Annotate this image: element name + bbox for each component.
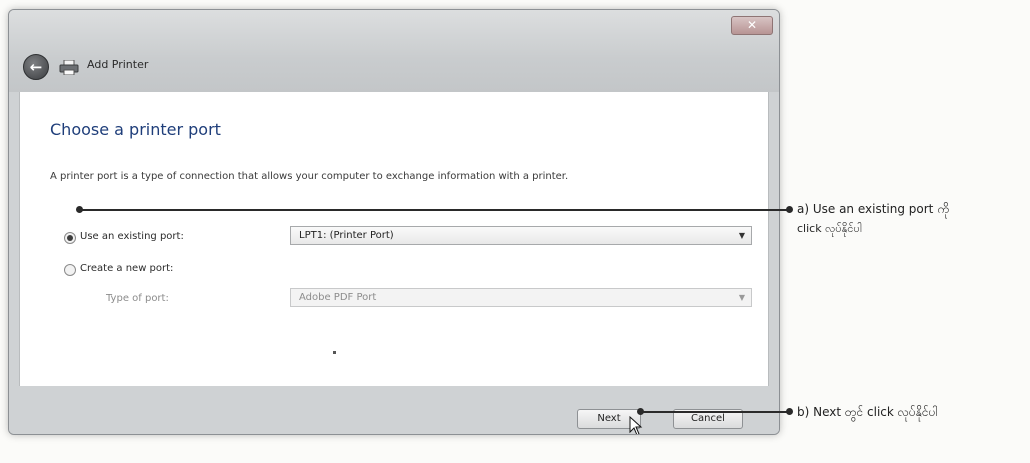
window-title: Add Printer (87, 58, 149, 71)
type-of-port-value: Adobe PDF Port (299, 292, 377, 303)
wizard-content: Choose a printer port A printer port is … (19, 92, 769, 386)
annotation-a-text-line1: a) Use an existing port ကို (797, 202, 949, 216)
annotation-b-text: b) Next တွင် click လုပ်နိုင်ပါ (797, 405, 938, 419)
new-port-radio[interactable] (64, 264, 76, 276)
annotation-b-line (640, 411, 790, 413)
annotation-a-end-dot (786, 206, 793, 213)
annotation-b-start-dot (637, 408, 644, 415)
type-of-port-label: Type of port: (106, 293, 169, 304)
annotation-b-end-dot (786, 408, 793, 415)
chevron-down-icon: ▼ (738, 293, 745, 302)
back-arrow-icon: ← (29, 58, 43, 76)
page-description: A printer port is a type of connection t… (50, 171, 569, 182)
close-button[interactable]: ✕ (731, 16, 773, 35)
back-button[interactable]: ← (23, 54, 49, 80)
type-of-port-select[interactable]: Adobe PDF Port ▼ (290, 288, 752, 307)
existing-port-value: LPT1: (Printer Port) (299, 230, 394, 241)
new-port-label[interactable]: Create a new port: (80, 263, 173, 274)
wizard-footer: Next Cancel (9, 386, 779, 434)
existing-port-label[interactable]: Use an existing port: (80, 231, 184, 242)
annotation-a-start-dot (76, 206, 83, 213)
stray-dot (333, 351, 336, 354)
printer-icon (59, 60, 79, 75)
mouse-pointer-icon (629, 416, 643, 434)
annotation-a-text-line2: click လုပ်နိုင်ပါ (797, 222, 862, 235)
page-title: Choose a printer port (50, 120, 221, 139)
chevron-down-icon: ▼ (738, 231, 745, 240)
existing-port-select[interactable]: LPT1: (Printer Port) ▼ (290, 226, 752, 245)
close-icon: ✕ (746, 18, 758, 32)
annotation-a-line (78, 209, 790, 211)
add-printer-window: ✕ ← Add Printer Choose a printer port A … (8, 9, 780, 435)
existing-port-radio[interactable] (64, 232, 76, 244)
title-bar: ✕ ← Add Printer (9, 10, 779, 92)
